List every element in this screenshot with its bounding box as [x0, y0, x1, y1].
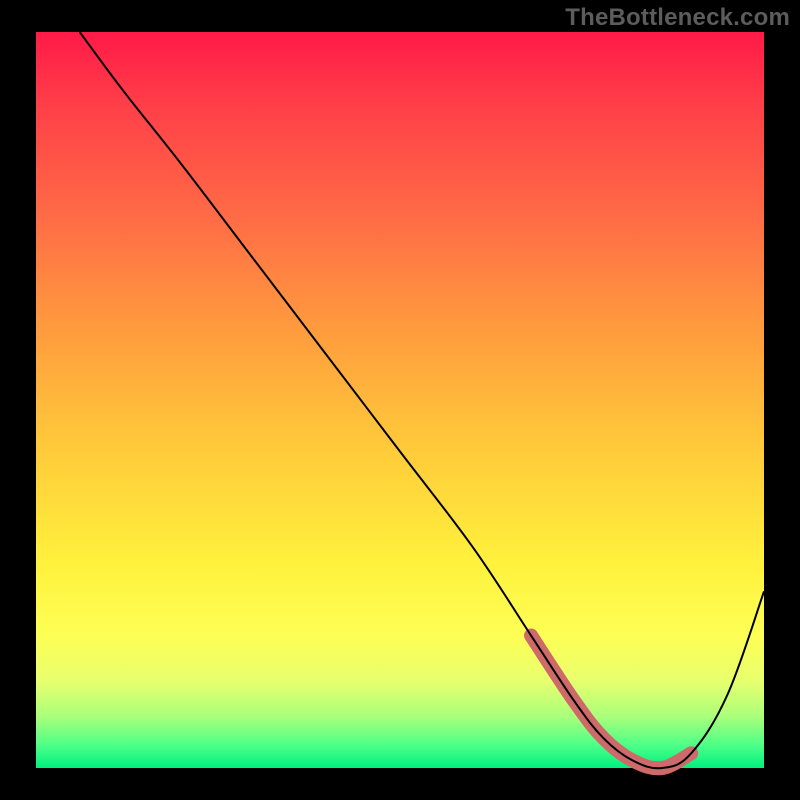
chart-overlay [36, 32, 764, 768]
plot-area [36, 32, 764, 768]
chart-frame: TheBottleneck.com [0, 0, 800, 800]
watermark-text: TheBottleneck.com [565, 4, 790, 32]
bottleneck-curve [80, 32, 764, 768]
optimal-range-marker [531, 636, 691, 769]
